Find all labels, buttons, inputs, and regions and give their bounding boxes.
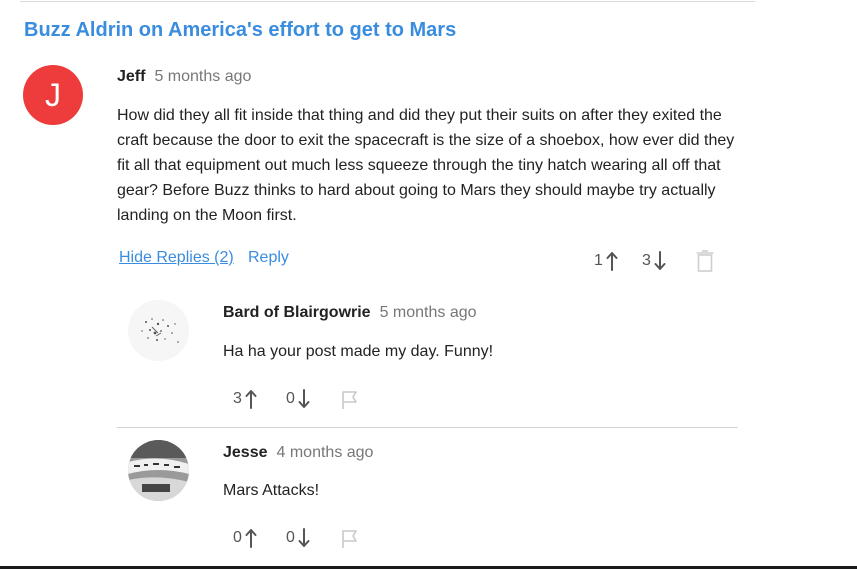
trash-icon[interactable] — [696, 250, 714, 277]
upvote-button[interactable]: 0 — [233, 528, 257, 548]
arrow-up-icon — [606, 252, 618, 271]
downvote-button[interactable]: 0 — [286, 389, 310, 409]
hide-replies-link[interactable]: Hide Replies (2) — [119, 249, 234, 267]
downvote-count: 3 — [642, 252, 651, 269]
downvote-count: 0 — [286, 390, 295, 407]
reply-link[interactable]: Reply — [248, 249, 289, 267]
upvote-count: 1 — [594, 252, 603, 269]
comment-time: 5 months ago — [154, 68, 252, 85]
reply-divider — [117, 427, 738, 428]
reply-time: 5 months ago — [379, 304, 477, 321]
arrow-up-icon — [245, 529, 257, 548]
reply-text: Mars Attacks! — [223, 482, 320, 499]
arrow-up-icon — [245, 390, 257, 409]
comment-meta: Jeff 5 months ago — [117, 68, 251, 86]
upvote-button[interactable]: 1 — [594, 251, 618, 271]
top-divider — [20, 1, 755, 2]
downvote-count: 0 — [286, 529, 295, 546]
reply-text: Ha ha your post made my day. Funny! — [223, 343, 494, 360]
upvote-button[interactable]: 3 — [233, 389, 257, 409]
avatar — [128, 440, 189, 501]
arrow-down-icon — [654, 251, 666, 270]
arrow-down-icon — [298, 528, 310, 547]
downvote-button[interactable]: 3 — [642, 251, 666, 271]
downvote-button[interactable]: 0 — [286, 528, 310, 548]
flag-icon[interactable] — [341, 390, 359, 415]
reply-author[interactable]: Bard of Blairgowrie — [223, 304, 371, 321]
flag-icon[interactable] — [341, 529, 359, 554]
upvote-count: 0 — [233, 529, 242, 546]
comment-author[interactable]: Jeff — [117, 68, 145, 85]
avatar — [128, 300, 189, 361]
reply-meta: Jesse 4 months ago — [223, 444, 373, 462]
comment-text: How did they all fit inside that thing a… — [117, 107, 735, 224]
avatar: J — [23, 65, 83, 125]
arrow-down-icon — [298, 389, 310, 408]
reply-time: 4 months ago — [276, 444, 374, 461]
article-title[interactable]: Buzz Aldrin on America's effort to get t… — [24, 19, 456, 42]
upvote-count: 3 — [233, 390, 242, 407]
reply-meta: Bard of Blairgowrie 5 months ago — [223, 304, 477, 322]
reply-author[interactable]: Jesse — [223, 444, 268, 461]
